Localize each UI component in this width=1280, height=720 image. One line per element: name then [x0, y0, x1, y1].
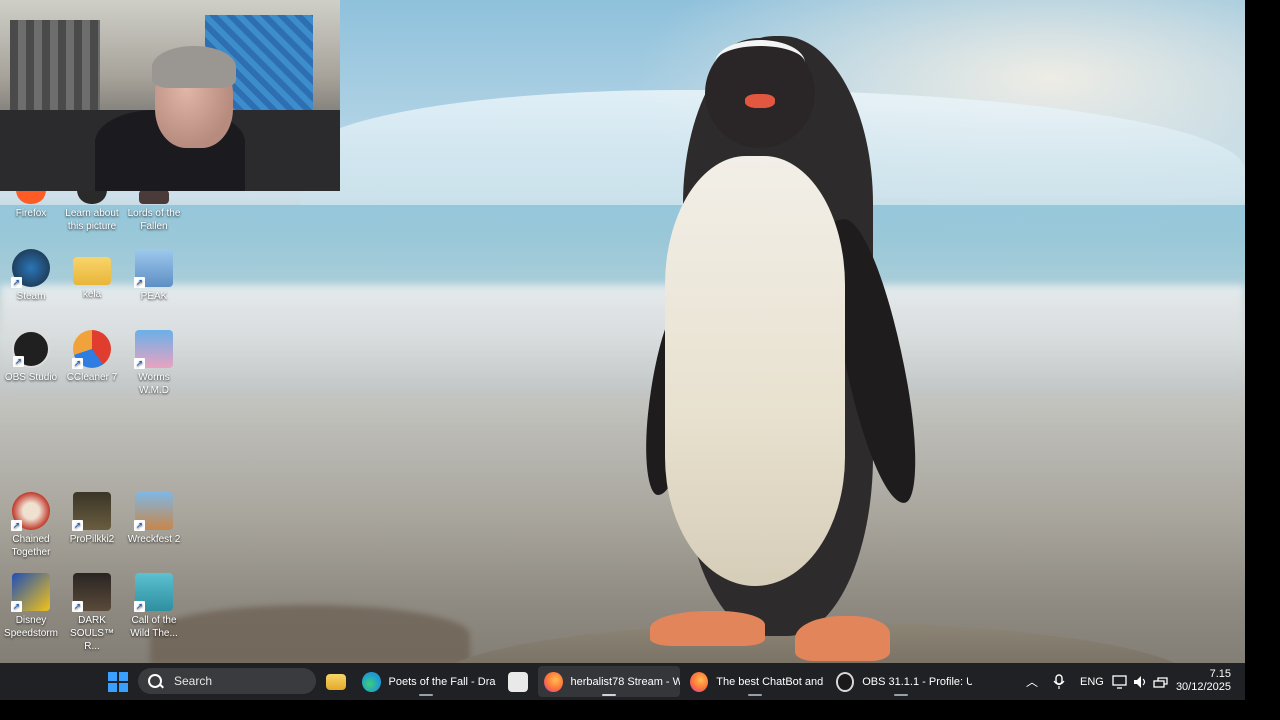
obs-icon: ➚ [12, 330, 50, 368]
search-icon [148, 674, 162, 688]
system-clock[interactable]: 7.15 30/12/2025 [1176, 668, 1231, 694]
ccleaner-icon: ➚ [72, 330, 111, 369]
desktop-icon-ccleaner[interactable]: ➚ CCleaner 7 [61, 330, 123, 384]
wreckfest-icon: ➚ [134, 492, 173, 531]
desktop-icon-chained-together[interactable]: ➚ Chained Together [0, 492, 62, 559]
network-icon [1153, 676, 1168, 688]
tray-volume[interactable] [1133, 663, 1149, 700]
display-icon [1112, 674, 1127, 689]
file-explorer-icon [326, 673, 346, 690]
desktop-icon-call-of-the-wild[interactable]: ➚ Call of the Wild The... [123, 573, 185, 640]
firefox-icon [690, 671, 709, 692]
firefox-icon [16, 190, 46, 204]
store-icon [508, 671, 528, 692]
desktop-icon-learn-about-picture[interactable]: Learn about this picture [61, 190, 123, 233]
desktop-icon-firefox[interactable]: Firefox [0, 190, 62, 220]
taskbar-search[interactable]: Search [138, 668, 316, 694]
tray-display[interactable] [1112, 663, 1128, 700]
folder-icon [73, 257, 111, 285]
firefox-icon [544, 671, 563, 692]
microphone-icon [1053, 673, 1065, 689]
call-of-the-wild-icon: ➚ [134, 573, 173, 612]
lords-of-the-fallen-icon [139, 190, 169, 204]
taskbar: Search Poets of the Fall - Dram herbalis… [0, 663, 1245, 700]
taskbar-file-explorer[interactable] [326, 663, 346, 700]
propilkki-icon: ➚ [72, 492, 111, 531]
wallpaper-sea [0, 205, 1245, 295]
dark-souls-icon: ➚ [72, 573, 111, 612]
desktop-icon-steam[interactable]: ➚ Steam [0, 249, 62, 303]
taskbar-task-obs[interactable]: OBS 31.1.1 - Profile: Unti [830, 666, 972, 697]
worms-icon: ➚ [134, 330, 173, 369]
taskbar-task-firefox-chatbot[interactable]: The best ChatBot and W [684, 666, 826, 697]
disney-speedstorm-icon: ➚ [11, 573, 50, 612]
taskbar-task-edge[interactable]: Poets of the Fall - Dram [356, 666, 496, 697]
chevron-up-icon: ︿ [1026, 675, 1039, 689]
tray-network[interactable] [1153, 663, 1169, 700]
desktop-icon-propilkki[interactable]: ➚ ProPilkki2 [61, 492, 123, 546]
desktop-icon-wreckfest[interactable]: ➚ Wreckfest 2 [123, 492, 185, 546]
tray-overflow-button[interactable]: ︿ [1026, 663, 1038, 700]
peak-game-icon: ➚ [134, 249, 173, 288]
taskbar-task-store[interactable] [503, 666, 533, 697]
search-placeholder: Search [174, 674, 213, 688]
desktop-icon-worms[interactable]: ➚ Worms W.M.D [123, 330, 185, 397]
start-button[interactable] [108, 663, 128, 700]
wallpaper-waves [0, 285, 1245, 395]
wallpaper-rock [150, 605, 470, 665]
desktop: Firefox Learn about this picture Lords o… [0, 0, 1245, 700]
webcam-overlay [0, 0, 340, 191]
desktop-icon-lords-of-the-fallen[interactable]: Lords of the Fallen [123, 190, 185, 233]
tray-language[interactable]: ENG [1080, 663, 1104, 700]
desktop-icon-peak[interactable]: ➚ PEAK [123, 249, 185, 303]
windows-start-icon [108, 671, 128, 692]
desktop-icon-dark-souls[interactable]: ➚ DARK SOULS™ R... [61, 573, 123, 653]
desktop-icon-obs-studio[interactable]: ➚ OBS Studio [0, 330, 62, 384]
desktop-icon-disney-speedstorm[interactable]: ➚ Disney Speedstorm [0, 573, 62, 640]
taskbar-task-firefox-stream[interactable]: herbalist78 Stream - Wa [538, 666, 680, 697]
tray-microphone[interactable] [1053, 663, 1065, 700]
desktop-icon-kela[interactable]: kela [61, 249, 123, 301]
obs-icon [836, 671, 855, 692]
learn-camera-icon [77, 190, 107, 204]
steam-icon: ➚ [11, 249, 50, 288]
chained-together-icon: ➚ [11, 492, 50, 531]
volume-icon [1134, 675, 1146, 688]
wallpaper-penguin [639, 36, 928, 666]
edge-icon [362, 671, 381, 692]
